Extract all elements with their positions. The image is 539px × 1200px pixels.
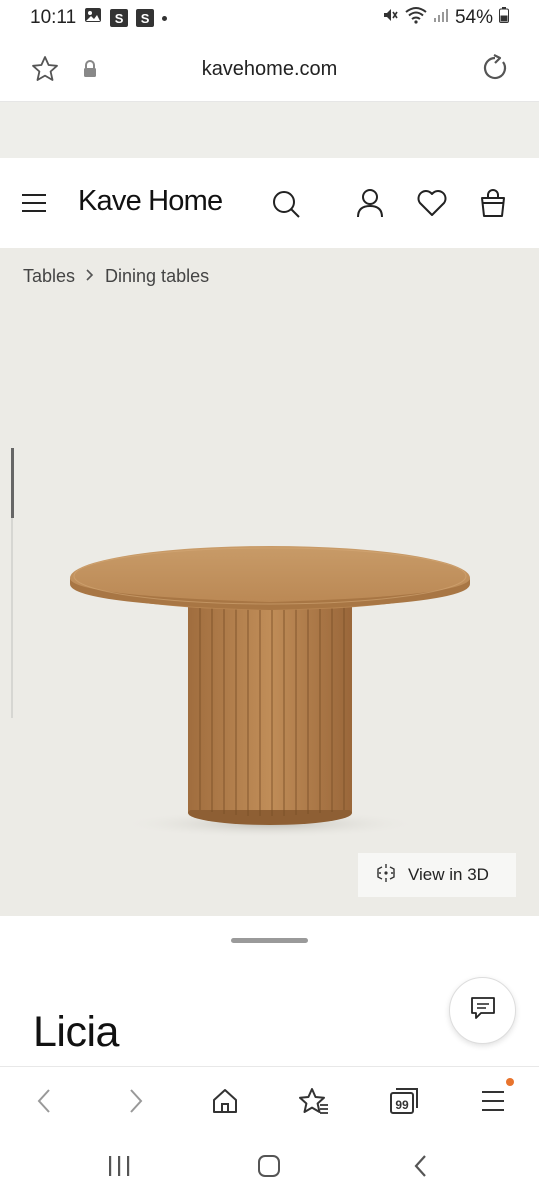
notification-s-icon: S xyxy=(136,9,155,27)
menu-notification-dot xyxy=(506,1078,514,1086)
forward-arrow-icon[interactable] xyxy=(126,1087,146,1120)
status-time: 10:11 xyxy=(30,7,77,28)
gallery-scroll-thumb[interactable] xyxy=(11,448,14,518)
product-gallery[interactable]: Tables Dining tables View in 3D xyxy=(0,248,539,916)
site-logo[interactable]: Kave Home xyxy=(78,185,223,218)
wifi-icon xyxy=(405,6,427,30)
browser-address-bar: kavehome.com xyxy=(0,36,539,102)
site-header: Kave Home xyxy=(0,158,539,248)
gallery-icon xyxy=(84,7,102,29)
home-button-icon[interactable] xyxy=(257,1154,281,1183)
battery-percent: 54% xyxy=(454,7,493,28)
battery-icon xyxy=(499,7,509,29)
system-back-icon[interactable] xyxy=(411,1154,431,1183)
breadcrumb-link-dining-tables[interactable]: Dining tables xyxy=(105,266,209,287)
url-text[interactable]: kavehome.com xyxy=(0,58,539,81)
breadcrumb: Tables Dining tables xyxy=(23,266,209,287)
wishlist-heart-icon[interactable] xyxy=(416,189,448,222)
shopping-bag-icon[interactable] xyxy=(479,188,507,223)
chat-button[interactable] xyxy=(449,977,516,1044)
system-navigation-bar xyxy=(0,1134,539,1200)
signal-icon xyxy=(433,7,449,29)
mute-icon xyxy=(381,6,399,30)
chat-icon xyxy=(469,994,497,1027)
view-in-3d-label: View in 3D xyxy=(408,865,489,884)
status-bar: 10:11 S S 54% xyxy=(0,0,539,36)
product-image xyxy=(70,546,470,838)
tabs-icon[interactable]: 99 xyxy=(389,1087,419,1120)
bookmarks-star-icon[interactable] xyxy=(299,1087,329,1120)
view-in-3d-button[interactable]: View in 3D xyxy=(358,853,516,897)
product-info-sheet: Licia xyxy=(0,916,539,1066)
more-notifications-icon xyxy=(162,15,168,21)
reload-icon[interactable] xyxy=(481,54,509,87)
product-title: Licia xyxy=(33,1008,119,1056)
notification-s-icon: S xyxy=(110,9,129,27)
promo-band xyxy=(0,102,539,158)
breadcrumb-link-tables[interactable]: Tables xyxy=(23,266,75,287)
search-icon[interactable] xyxy=(271,189,301,224)
home-icon[interactable] xyxy=(211,1087,239,1120)
browser-toolbar: 99 xyxy=(0,1066,539,1134)
sheet-drag-handle[interactable] xyxy=(231,938,308,943)
3d-cube-icon xyxy=(376,863,396,888)
back-arrow-icon[interactable] xyxy=(34,1087,54,1120)
tabs-count: 99 xyxy=(395,1098,409,1112)
hamburger-menu-icon[interactable] xyxy=(22,193,48,218)
recent-apps-icon[interactable] xyxy=(107,1154,131,1183)
menu-lines-icon[interactable] xyxy=(481,1089,507,1118)
account-icon[interactable] xyxy=(356,188,384,223)
chevron-right-icon xyxy=(85,266,95,287)
